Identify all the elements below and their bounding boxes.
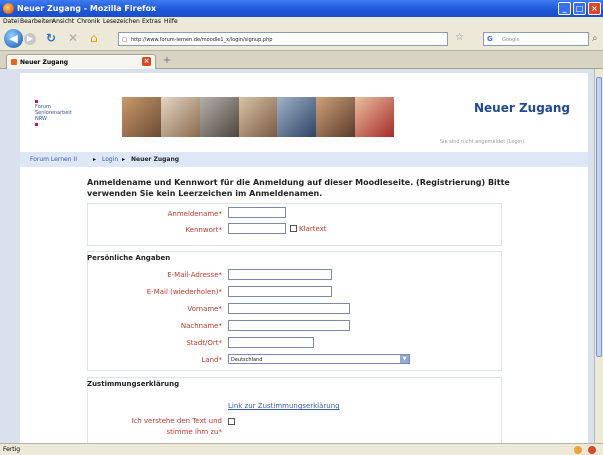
url-text: http://www.forum-lernen.de/moodle1_x/log…	[131, 37, 273, 43]
chevron-down-icon: ▼	[400, 355, 409, 363]
menu-bar: Datei Bearbeiten Ansicht Chronik Lesezei…	[0, 17, 603, 27]
notification-status-icon[interactable]	[588, 446, 596, 454]
search-input[interactable]: G Google	[483, 32, 589, 46]
close-tab-icon[interactable]: ×	[142, 57, 151, 66]
tab-bar: Neuer Zugang × +	[0, 51, 603, 69]
consent-label-line2: stimme ihm zu*	[166, 428, 222, 436]
breadcrumb: Forum Lernen II ▸ Login ▸ Neuer Zugang	[20, 152, 588, 167]
lastname-field[interactable]	[228, 320, 350, 331]
cleartext-label: Klartext	[299, 225, 327, 233]
tab-neuer-zugang[interactable]: Neuer Zugang ×	[6, 54, 156, 69]
browser-viewport: Forum Seniorenarbeit NRW Neuer Zugang Si…	[0, 69, 594, 443]
username-field[interactable]	[228, 207, 286, 218]
menu-hilfe[interactable]: Hilfe	[164, 18, 178, 25]
forward-arrow-icon[interactable]: ▶	[24, 33, 36, 45]
moodle-favicon-icon	[11, 59, 17, 65]
menu-ansicht[interactable]: Ansicht	[52, 18, 74, 25]
minimize-button[interactable]: _	[558, 2, 571, 15]
scrollbar-thumb[interactable]	[596, 77, 602, 357]
page-title: Neuer Zugang	[474, 101, 571, 115]
firstname-label: Vorname*	[187, 305, 222, 313]
status-text: Fertig	[3, 446, 21, 453]
country-label: Land*	[201, 356, 222, 364]
home-icon[interactable]: ⌂	[90, 32, 98, 44]
logo-line-3: NRW	[35, 116, 47, 122]
email-label: E-Mail-Adresse*	[167, 271, 222, 279]
window-title: Neuer Zugang - Mozilla Firefox	[17, 4, 157, 13]
menu-lesezeichen[interactable]: Lesezeichen	[103, 18, 140, 25]
consent-label-line1: Ich verstehe den Text und	[131, 417, 222, 425]
breadcrumb-separator: ▸	[93, 156, 97, 163]
password-label: Kennwort*	[185, 226, 222, 234]
moodle-page: Forum Seniorenarbeit NRW Neuer Zugang Si…	[20, 73, 588, 443]
new-tab-button[interactable]: +	[160, 55, 174, 67]
country-value: Deutschland	[231, 357, 263, 363]
breadcrumb-separator: ▸	[122, 156, 126, 163]
window-titlebar: Neuer Zugang - Mozilla Firefox _ □ ×	[0, 0, 603, 17]
page-icon: ◻	[122, 36, 127, 43]
url-bar[interactable]: ◻ http://www.forum-lernen.de/moodle1_x/l…	[118, 32, 448, 46]
email-repeat-label: E-Mail (wiederholen)*	[146, 288, 222, 296]
site-logo: Forum Seniorenarbeit NRW	[35, 99, 72, 127]
vertical-scrollbar[interactable]	[594, 69, 603, 443]
email-repeat-field[interactable]	[228, 286, 332, 297]
city-label: Stadt/Ort*	[186, 339, 222, 347]
addon-status-icon[interactable]	[574, 446, 582, 454]
close-window-button[interactable]: ×	[588, 2, 601, 15]
breadcrumb-home[interactable]: Forum Lernen II	[30, 156, 77, 163]
consent-checkbox[interactable]	[228, 418, 235, 425]
tab-label: Neuer Zugang	[20, 59, 69, 66]
email-field[interactable]	[228, 269, 332, 280]
bookmark-star-icon[interactable]: ☆	[455, 32, 464, 43]
firstname-field[interactable]	[228, 303, 350, 314]
search-icon[interactable]: ⌕	[592, 33, 598, 44]
menu-chronik[interactable]: Chronik	[77, 18, 100, 25]
breadcrumb-login[interactable]: Login	[102, 156, 118, 163]
stop-icon[interactable]: ✕	[68, 32, 78, 44]
country-select[interactable]: Deutschland ▼	[228, 354, 410, 364]
search-placeholder: Google	[502, 37, 520, 43]
agreement-link[interactable]: Link zur Zustimmungserklärung	[228, 402, 340, 410]
menu-extras[interactable]: Extras	[142, 18, 161, 25]
city-field[interactable]	[228, 337, 314, 348]
personal-section-heading: Persönliche Angaben	[87, 254, 171, 262]
header-photo-banner	[122, 97, 395, 137]
firefox-icon	[3, 3, 14, 14]
back-arrow-icon[interactable]: ◀	[4, 29, 23, 48]
google-icon: G	[487, 35, 493, 43]
navigation-toolbar: ◀ ▶ ↻ ✕ ⌂ ◻ http://www.forum-lernen.de/m…	[0, 27, 603, 51]
username-label: Anmeldename*	[167, 210, 222, 218]
agreement-section-heading: Zustimmungserklärung	[87, 380, 180, 388]
reload-icon[interactable]: ↻	[46, 32, 56, 44]
breadcrumb-current: Neuer Zugang	[131, 156, 180, 163]
maximize-button[interactable]: □	[573, 2, 586, 15]
status-bar: Fertig	[0, 443, 603, 455]
menu-bearbeiten[interactable]: Bearbeiten	[20, 18, 53, 25]
cleartext-checkbox[interactable]	[290, 225, 297, 232]
menu-datei[interactable]: Datei	[3, 18, 19, 25]
password-field[interactable]	[228, 223, 286, 234]
login-info[interactable]: Sie sind nicht angemeldet (Login)	[440, 139, 524, 145]
lastname-label: Nachname*	[180, 322, 222, 330]
signup-intro-text: Anmeldename und Kennwort für die Anmeldu…	[87, 178, 510, 198]
